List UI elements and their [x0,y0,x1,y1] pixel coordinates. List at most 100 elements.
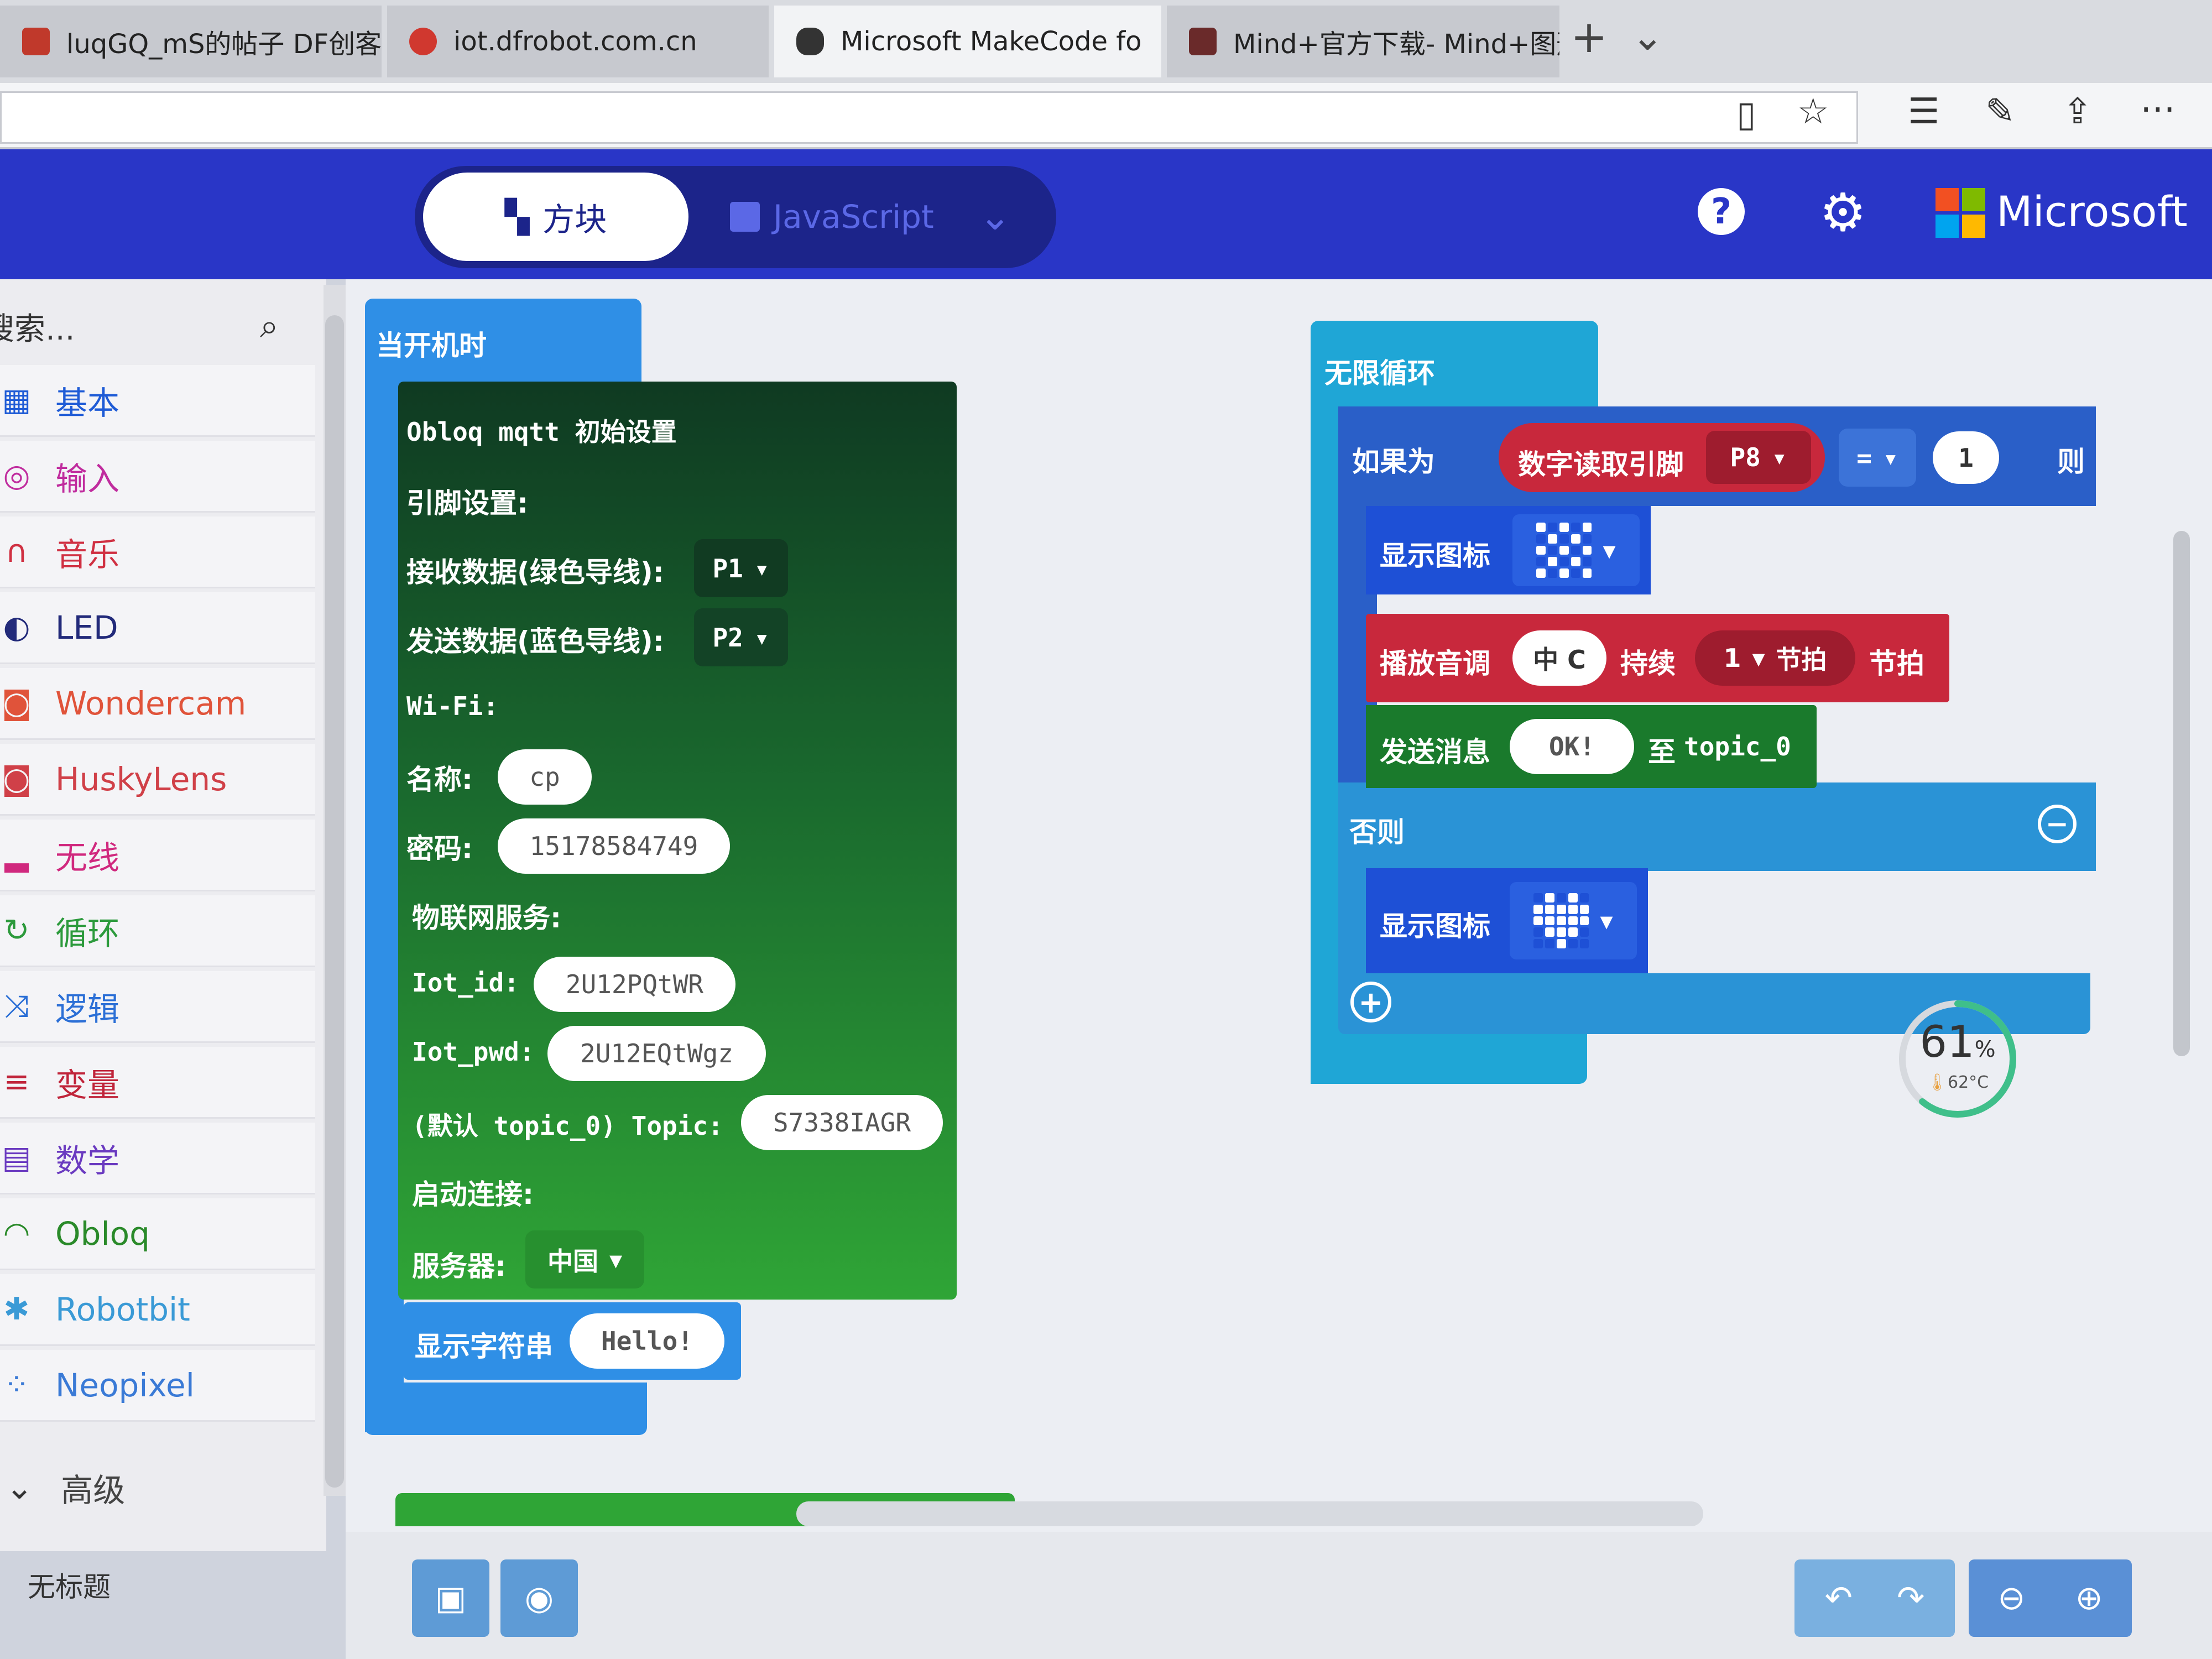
more-icon[interactable]: ⋯ [2140,88,2176,129]
tone-note-value: 中 C [1533,645,1586,675]
beats-value: 1 [1723,643,1741,673]
site-favicon-icon [409,28,437,55]
makecode-favicon-icon [796,28,824,55]
github-button[interactable]: ◉ [500,1559,578,1637]
toolbox-category-13[interactable]: ⁘ Neopixel [0,1350,315,1422]
beats-unit: 节拍 [1776,645,1827,675]
toolbox-category-10[interactable]: ▤ 数学 [0,1123,315,1194]
show-string-value: Hello! [601,1326,693,1356]
toggle-icon: ◐ [3,609,30,645]
toolbox-category-7[interactable]: ↻ 循环 [0,895,315,967]
beats-dropdown[interactable]: 1 ▾ 节拍 [1695,630,1855,686]
toolbox-category-0[interactable]: ▦ 基本 [0,365,315,437]
settings-gear-icon[interactable]: ⚙ [1819,182,1866,243]
wifi-password-label: 密码: [406,833,473,865]
digital-read-pin-block[interactable]: 数字读取引脚 P8 ▾ [1499,423,1825,492]
add-branch-icon[interactable]: + [1350,982,1391,1022]
favorites-hub-icon[interactable]: ☰ [1908,91,1939,132]
pen-icon[interactable]: ✎ [1985,91,2015,132]
search-icon[interactable]: ⌕ [260,307,279,346]
toolbox-category-5[interactable]: ◙ HuskyLens [0,744,315,816]
forever-hat-block[interactable]: 无限循环 [1311,321,1598,415]
rx-pin-dropdown[interactable]: P1 ▾ [694,539,788,597]
grid-icon: ▦ [2,382,32,418]
toolbox-category-12[interactable]: ✱ Robotbit [0,1274,315,1346]
zoom-in-icon[interactable]: ⊕ [2075,1579,2103,1618]
topic-input[interactable]: S7338IAGR [741,1095,943,1150]
tx-pin-dropdown[interactable]: P2 ▾ [694,608,788,666]
else-label: 否则 [1349,816,1405,848]
forever-label: 无限循环 [1324,357,1435,389]
play-tone-label: 播放音调 [1380,648,1490,680]
tone-note-input[interactable]: 中 C [1512,630,1606,686]
browser-tab-active[interactable]: Microsoft MakeCode fo ✕ [774,6,1161,77]
wifi-name-input[interactable]: cp [498,749,592,805]
icon-picker-dropdown[interactable]: ▾ [1512,514,1640,586]
operator-dropdown[interactable]: = ▾ [1839,429,1916,487]
editor-header [0,149,2212,279]
dropdown-caret-icon: ▾ [1600,906,1613,936]
play-tone-block[interactable]: 播放音调 中 C 持续 1 ▾ 节拍 节拍 [1366,614,1949,702]
toolbox-category-4[interactable]: ◙ Wondercam [0,668,315,740]
toolbox-category-1[interactable]: ◎ 输入 [0,441,315,513]
show-string-input[interactable]: Hello! [570,1313,724,1369]
new-tab-icon[interactable]: + [1571,11,1608,62]
send-message-input[interactable]: OK! [1510,719,1634,774]
iot-id-value: 2U12PQtWR [565,969,704,999]
redo-icon[interactable]: ↷ [1897,1579,1924,1618]
share-icon[interactable]: ⇪ [2063,91,2093,132]
address-field[interactable] [0,91,1858,144]
dropdown-caret-icon: ▾ [1603,535,1616,565]
toolbox-scrollbar-thumb[interactable] [325,315,344,1488]
tab-list-chevron-icon[interactable]: ⌄ [1631,14,1664,59]
toolbox-category-label: 输入 [55,460,120,498]
blocks-mode-button[interactable]: ▚ 方块 [423,173,688,261]
show-icon-block[interactable]: 显示图标 ▾ [1366,506,1651,594]
tx-pin-value: P2 [712,622,743,653]
reading-view-icon[interactable]: ▯ [1736,94,1756,135]
save-button[interactable]: ▣ [412,1559,489,1637]
mode-dropdown-chevron-icon[interactable]: ⌄ [979,194,1011,239]
digital-pin-dropdown[interactable]: P8 ▾ [1706,431,1811,484]
toolbox-category-8[interactable]: ⤨ 逻辑 [0,971,315,1043]
browser-tab-2[interactable]: iot.dfrobot.com.cn [387,6,769,77]
send-message-block[interactable]: 发送消息 OK! 至 topic_0 [1366,705,1817,788]
javascript-mode-button[interactable]: JavaScript [730,173,984,261]
browser-tab-1[interactable]: luqGQ_mS的帖子 DF创客社 [0,6,382,77]
show-string-block[interactable]: 显示字符串 Hello! [404,1302,741,1380]
toolbox-category-6[interactable]: ▂ 无线 [0,820,315,891]
help-icon[interactable]: ? [1698,188,1745,235]
toolbox-category-9[interactable]: ≡ 变量 [0,1047,315,1119]
duration-label: 持续 [1620,648,1676,680]
zoom-out-icon[interactable]: ⊖ [1997,1579,2025,1618]
toolbox-category-label: Robotbit [55,1290,190,1328]
workspace-horizontal-scrollbar[interactable] [796,1501,1703,1526]
undo-icon[interactable]: ↶ [1825,1579,1853,1618]
on-start-hat-block[interactable]: 当开机时 [365,299,641,387]
github-icon: ◉ [524,1579,554,1618]
toolbox-category-label: 变量 [55,1066,120,1104]
favorite-star-icon[interactable]: ☆ [1797,91,1829,132]
project-name-input[interactable]: 无标题 [28,1565,111,1605]
toolbox-category-2[interactable]: ∩ 音乐 [0,517,315,588]
thermometer-icon: 🌡 [1926,1073,1948,1092]
toolbox-category-label: Neopixel [55,1366,195,1404]
remove-else-icon[interactable]: − [2038,805,2077,843]
toolbox-category-label: Obloq [55,1214,150,1253]
workspace-vertical-scrollbar[interactable] [2173,531,2190,1056]
toolbox-category-3[interactable]: ◐ LED [0,592,315,664]
server-dropdown[interactable]: 中国 ▾ [525,1230,644,1288]
compare-value-input[interactable]: 1 [1933,431,1999,484]
else-block[interactable]: 否则 − [1338,782,2096,871]
iot-pwd-input[interactable]: 2U12EQtWgz [547,1026,766,1081]
browser-tab-4[interactable]: Mind+官方下载- Mind+图形 [1167,6,1559,77]
toolbox-category-11[interactable]: ◠ Obloq [0,1198,315,1270]
else-icon-picker-dropdown[interactable]: ▾ [1510,882,1637,959]
advanced-label: 高级 [61,1472,126,1509]
toolbox-advanced-toggle[interactable]: ⌄ 高级 [0,1454,315,1521]
wifi-password-input[interactable]: 15178584749 [498,818,730,874]
topic-variable[interactable]: topic_0 [1684,732,1791,761]
else-show-icon-block[interactable]: 显示图标 ▾ [1366,868,1648,973]
dropdown-caret-icon: ▾ [754,622,770,653]
iot-id-input[interactable]: 2U12PQtWR [534,957,735,1012]
